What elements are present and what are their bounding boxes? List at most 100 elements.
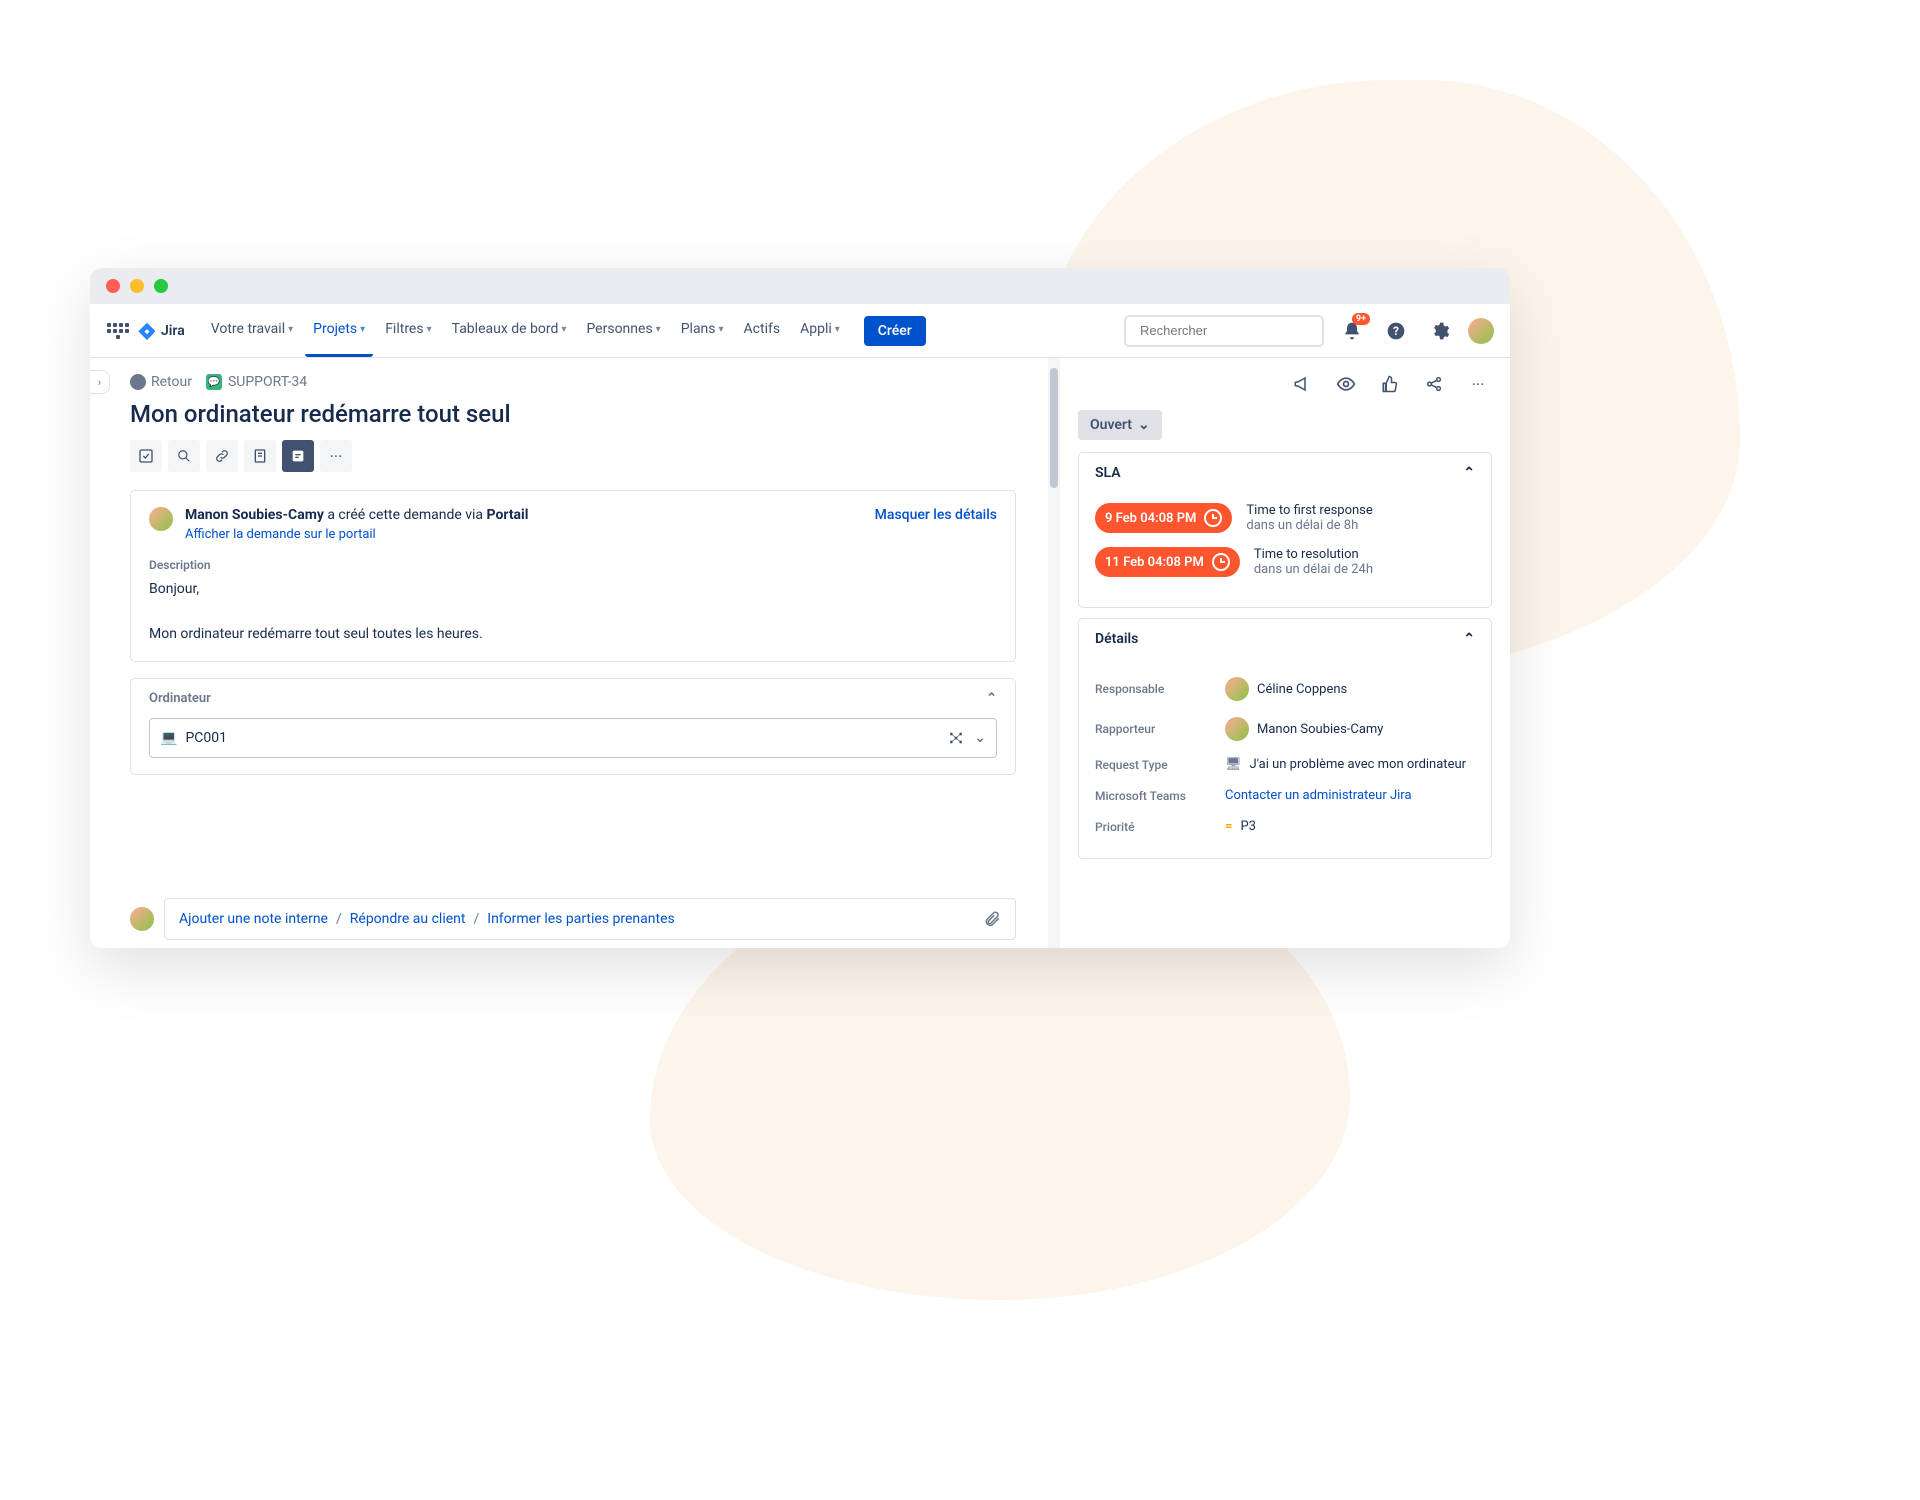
- profile-avatar[interactable]: [1468, 318, 1494, 344]
- nav-filters[interactable]: Filtres▾: [377, 305, 439, 357]
- chevron-up-icon: ⌃: [986, 691, 997, 706]
- notification-count-badge: 9+: [1352, 313, 1370, 325]
- issue-toolbar: ···: [130, 440, 1016, 472]
- search-box[interactable]: [1124, 315, 1324, 347]
- sla-panel-header[interactable]: SLA ⌃: [1079, 453, 1491, 493]
- details-panel-header[interactable]: Détails ⌃: [1079, 619, 1491, 659]
- chevron-down-icon: ▾: [360, 324, 365, 335]
- create-subtask-button[interactable]: [244, 440, 276, 472]
- megaphone-icon: [1293, 375, 1311, 393]
- topbar-right: 9+ ?: [1124, 315, 1494, 347]
- asset-field-value[interactable]: 💻 PC001 ⌄: [149, 718, 997, 758]
- vote-button[interactable]: [1376, 370, 1404, 398]
- app-window: Jira Votre travail▾ Projets▾ Filtres▾ Ta…: [90, 268, 1510, 948]
- request-details-panel: Manon Soubies-Camy a créé cette demande …: [130, 490, 1016, 662]
- issue-actions: ···: [1078, 370, 1492, 398]
- chevron-down-icon: ▾: [835, 324, 840, 335]
- more-icon: ···: [1472, 375, 1485, 394]
- create-button[interactable]: Créer: [864, 316, 926, 346]
- paperclip-icon: [983, 910, 1001, 928]
- feedback-button[interactable]: [1288, 370, 1316, 398]
- window-close-button[interactable]: [106, 279, 120, 293]
- link-icon: [214, 448, 230, 464]
- page-icon: [252, 448, 268, 464]
- current-user-avatar: [130, 907, 154, 931]
- chevron-down-icon[interactable]: ⌄: [974, 730, 986, 746]
- tab-internal-note[interactable]: Ajouter une note interne: [179, 911, 328, 927]
- issue-type-icon: 💬: [206, 374, 222, 390]
- view-on-portal-link[interactable]: Afficher la demande sur le portail: [185, 527, 863, 542]
- detail-request-type[interactable]: Request Type 🖥J'ai un problème avec mon …: [1095, 749, 1475, 780]
- nav-dashboards[interactable]: Tableaux de bord▾: [444, 305, 575, 357]
- issue-title[interactable]: Mon ordinateur redémarre tout seul: [130, 400, 1016, 428]
- requester-avatar: [149, 507, 173, 531]
- window-minimize-button[interactable]: [130, 279, 144, 293]
- issue-main-column: Retour 💬 SUPPORT-34 Mon ordinateur redém…: [90, 358, 1048, 948]
- more-button[interactable]: ···: [1464, 370, 1492, 398]
- search-issue-button[interactable]: [168, 440, 200, 472]
- app-switcher-icon[interactable]: [106, 319, 130, 343]
- chevron-down-icon: ▾: [656, 324, 661, 335]
- detail-priority[interactable]: Priorité =P3: [1095, 811, 1475, 842]
- settings-button[interactable]: [1424, 315, 1456, 347]
- check-square-icon: [138, 448, 154, 464]
- graph-icon[interactable]: [948, 730, 964, 746]
- hide-details-link[interactable]: Masquer les détails: [875, 507, 997, 523]
- tab-reply-customer[interactable]: Répondre au client: [350, 911, 466, 927]
- sla-deadline-badge: 9 Feb 04:08 PM: [1095, 503, 1232, 533]
- status-dropdown[interactable]: Ouvert ⌄: [1078, 410, 1162, 440]
- gear-icon: [1430, 321, 1450, 341]
- attach-button[interactable]: [130, 440, 162, 472]
- user-avatar: [1225, 677, 1249, 701]
- laptop-icon: 🖥: [1225, 757, 1242, 772]
- nav-items: Votre travail▾ Projets▾ Filtres▾ Tableau…: [203, 305, 848, 357]
- chevron-down-icon: ▾: [288, 324, 293, 335]
- detail-teams[interactable]: Microsoft Teams Contacter un administrat…: [1095, 780, 1475, 811]
- details-panel: Détails ⌃ Responsable Céline Coppens Rap…: [1078, 618, 1492, 859]
- sla-panel: SLA ⌃ 9 Feb 04:08 PM Time to first respo…: [1078, 452, 1492, 608]
- more-icon: ···: [330, 447, 343, 466]
- back-link[interactable]: Retour: [130, 374, 192, 390]
- scrollbar-thumb[interactable]: [1050, 368, 1058, 488]
- product-name: Jira: [161, 323, 185, 339]
- kb-button[interactable]: [282, 440, 314, 472]
- search-input[interactable]: [1140, 323, 1316, 338]
- window-maximize-button[interactable]: [154, 279, 168, 293]
- notifications-button[interactable]: 9+: [1336, 315, 1368, 347]
- watch-button[interactable]: [1332, 370, 1360, 398]
- nav-plans[interactable]: Plans▾: [673, 305, 732, 357]
- nav-apps[interactable]: Appli▾: [792, 305, 848, 357]
- more-actions-button[interactable]: ···: [320, 440, 352, 472]
- breadcrumb: Retour 💬 SUPPORT-34: [130, 374, 1016, 390]
- detail-assignee[interactable]: Responsable Céline Coppens: [1095, 669, 1475, 709]
- user-avatar: [1225, 717, 1249, 741]
- sla-row: 11 Feb 04:08 PM Time to resolutiondans u…: [1095, 547, 1475, 577]
- attach-file-button[interactable]: [983, 910, 1001, 928]
- nav-projects[interactable]: Projets▾: [305, 305, 373, 357]
- scrollbar[interactable]: [1048, 358, 1060, 948]
- asset-field-header[interactable]: Ordinateur ⌃: [131, 679, 1015, 718]
- nav-your-work[interactable]: Votre travail▾: [203, 305, 301, 357]
- help-button[interactable]: ?: [1380, 315, 1412, 347]
- share-icon: [1425, 375, 1443, 393]
- comment-input-box[interactable]: Ajouter une note interne / Répondre au c…: [164, 898, 1016, 940]
- chevron-up-icon: ⌃: [1463, 465, 1475, 481]
- share-button[interactable]: [1420, 370, 1448, 398]
- link-issue-button[interactable]: [206, 440, 238, 472]
- sla-row: 9 Feb 04:08 PM Time to first responsedan…: [1095, 503, 1475, 533]
- comment-bar: Ajouter une note interne / Répondre au c…: [130, 898, 1016, 948]
- detail-reporter[interactable]: Rapporteur Manon Soubies-Camy: [1095, 709, 1475, 749]
- issue-key-link[interactable]: 💬 SUPPORT-34: [206, 374, 307, 390]
- jira-logo[interactable]: Jira: [138, 322, 185, 340]
- top-navigation: Jira Votre travail▾ Projets▾ Filtres▾ Ta…: [90, 304, 1510, 358]
- sidebar-expand-button[interactable]: ›: [90, 370, 110, 394]
- asset-field-panel: Ordinateur ⌃ 💻 PC001 ⌄: [130, 678, 1016, 775]
- description-label: Description: [149, 558, 997, 572]
- nav-people[interactable]: Personnes▾: [578, 305, 668, 357]
- chevron-down-icon: ▾: [719, 324, 724, 335]
- issue-side-column: ··· Ouvert ⌄ SLA ⌃ 9 Feb 04:08 PM Time t…: [1060, 358, 1510, 948]
- tab-notify-stakeholders[interactable]: Informer les parties prenantes: [487, 911, 674, 927]
- svg-text:?: ?: [1393, 324, 1399, 338]
- description-body[interactable]: Bonjour, Mon ordinateur redémarre tout s…: [149, 578, 997, 645]
- nav-assets[interactable]: Actifs: [736, 305, 789, 357]
